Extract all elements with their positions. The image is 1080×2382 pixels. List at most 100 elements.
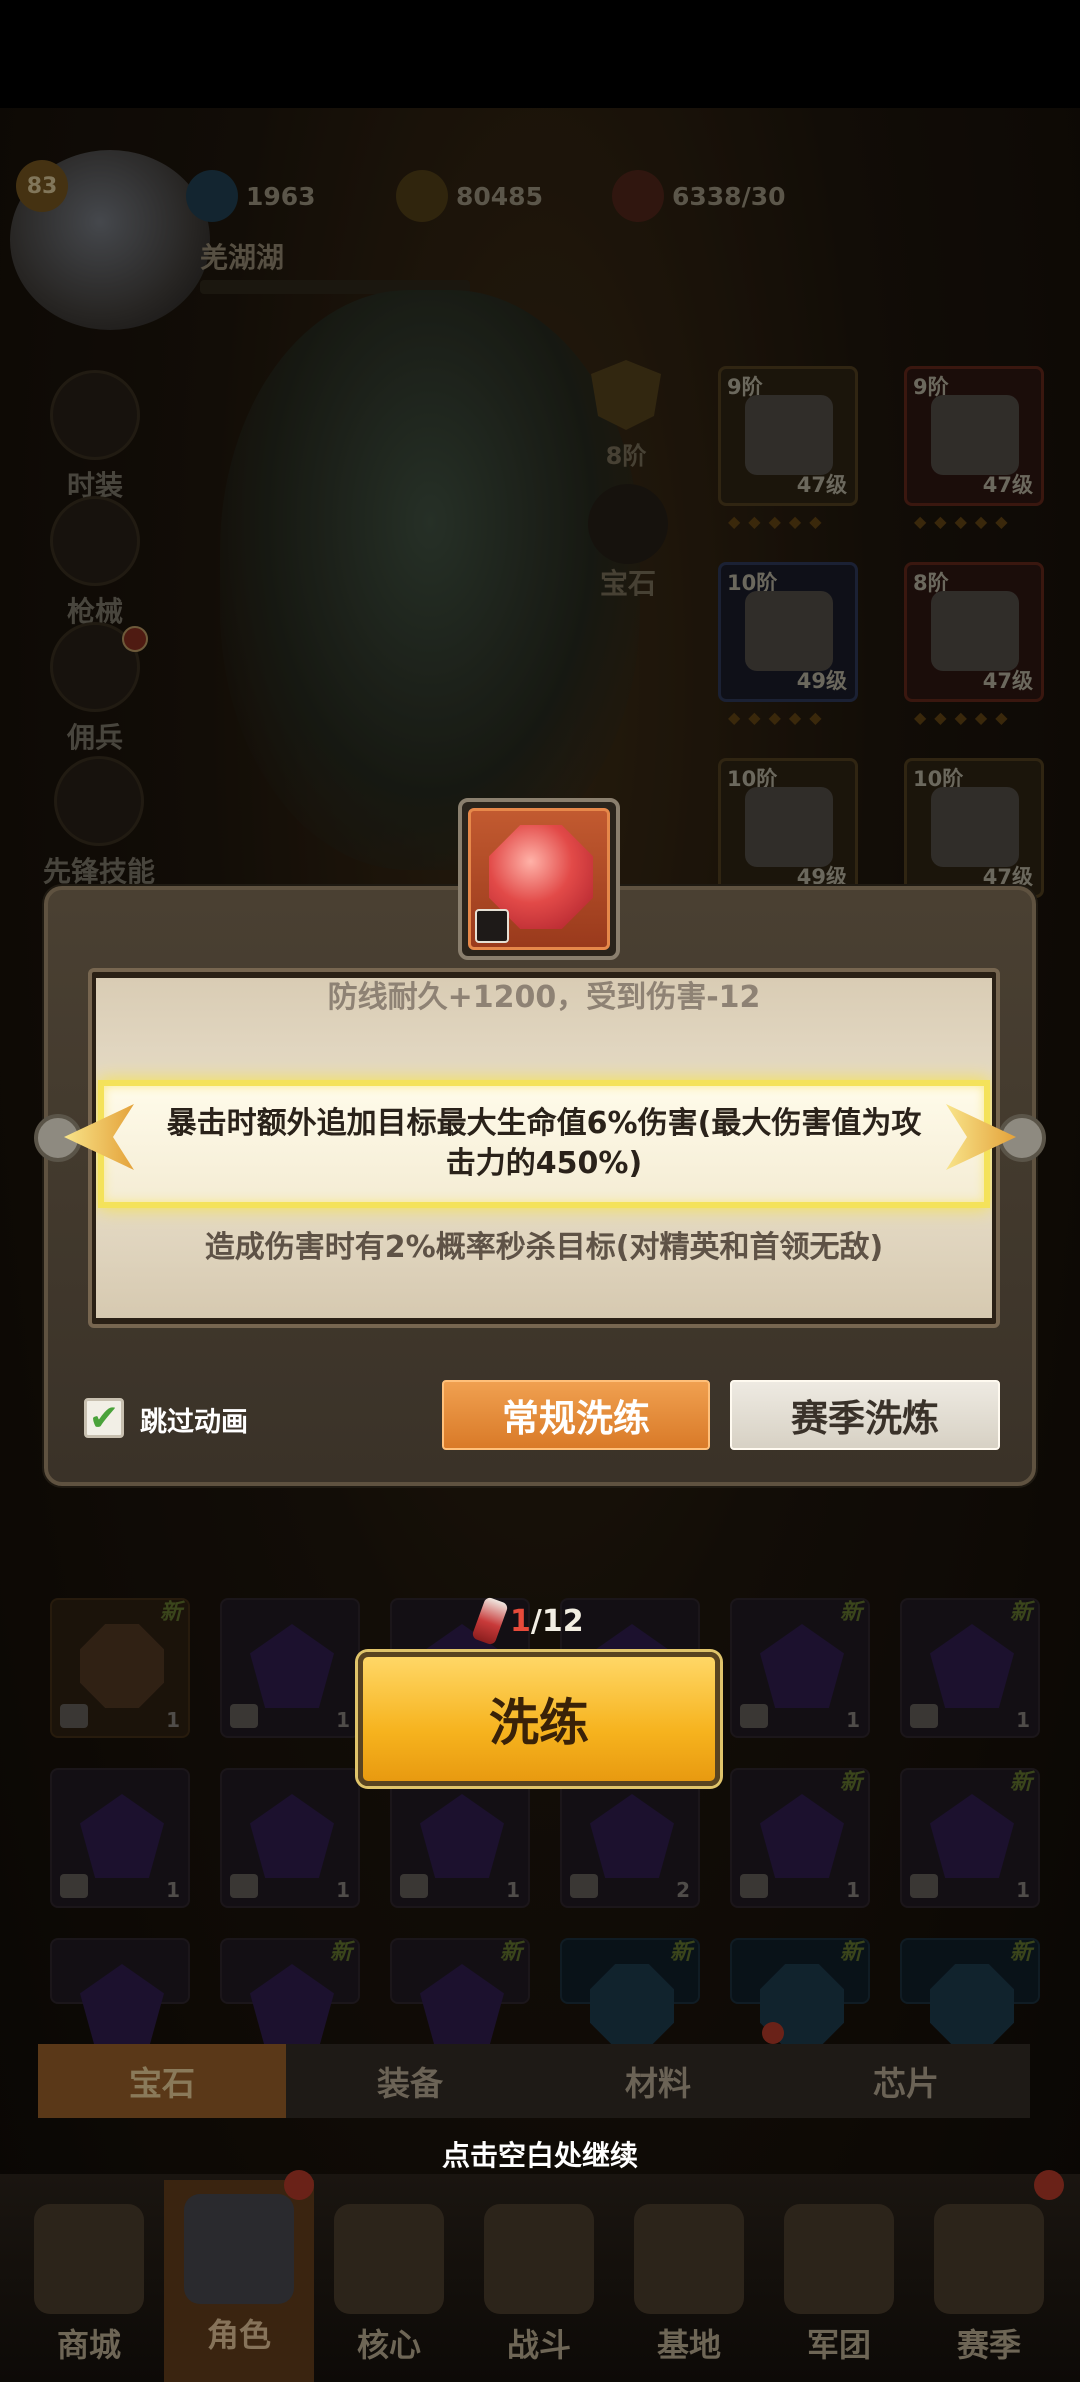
- inventory-gem-slot[interactable]: 1新: [50, 1598, 190, 1738]
- equipment-slot[interactable]: 8阶 47级: [904, 562, 1044, 702]
- rank-badge[interactable]: 8阶: [586, 360, 666, 470]
- equipment-slot[interactable]: 10阶 49级: [718, 758, 858, 898]
- coin-currency[interactable]: 80485: [396, 170, 543, 222]
- rank-shield-icon: [591, 360, 661, 430]
- equipment-type-icon: [230, 1704, 258, 1728]
- effect-previous: 防线耐久+1200，受到伤害-12: [327, 980, 761, 1015]
- player-level-badge: 83: [16, 160, 68, 212]
- gem-count: 1: [1016, 1878, 1030, 1902]
- effects-list[interactable]: 防线耐久+1200，受到伤害-12 暴击时额外追加目标最大生命值6%伤害(最大伤…: [96, 978, 992, 1318]
- season-refine-tab[interactable]: 赛季洗炼: [730, 1380, 1000, 1450]
- skip-animation-label[interactable]: 跳过动画: [140, 1400, 248, 1439]
- nav-character[interactable]: 角色: [164, 2180, 314, 2382]
- side-menu-weapons[interactable]: 枪械: [30, 496, 160, 630]
- diamond-icon: [186, 170, 238, 222]
- gem-list-icon[interactable]: [588, 484, 668, 564]
- side-menu-label: 佣兵: [66, 721, 123, 754]
- tab-gems[interactable]: 宝石: [38, 2044, 286, 2118]
- stamina-currency[interactable]: 6338/30: [612, 170, 786, 222]
- inventory-gem-slot[interactable]: 1新: [730, 1598, 870, 1738]
- outfit-icon: [50, 370, 140, 460]
- tab-equipment[interactable]: 装备: [286, 2044, 534, 2118]
- new-badge: 新: [159, 1600, 182, 1625]
- inventory-gem-slot[interactable]: 1: [220, 1598, 360, 1738]
- gem-currency[interactable]: 1963: [186, 170, 316, 222]
- inventory-gem-slot[interactable]: 新: [560, 1938, 700, 2048]
- gem-icon: [250, 1964, 334, 2048]
- gem-count: 1: [846, 1878, 860, 1902]
- nav-season[interactable]: 赛季: [914, 2190, 1064, 2380]
- shop-icon: [34, 2204, 144, 2314]
- nav-base[interactable]: 基地: [614, 2190, 764, 2380]
- equipment-level: 47级: [982, 473, 1033, 497]
- refine-button[interactable]: 洗练: [358, 1652, 720, 1786]
- inventory-gem-slot[interactable]: 1新: [900, 1598, 1040, 1738]
- gem-icon: [250, 1624, 334, 1708]
- tab-chips[interactable]: 芯片: [782, 2044, 1030, 2118]
- previous-effect-arrow[interactable]: [34, 1100, 134, 1174]
- new-badge: 新: [329, 1940, 352, 1965]
- gem-count: 1: [846, 1708, 860, 1732]
- tab-materials[interactable]: 材料: [534, 2044, 782, 2118]
- effect-next: 造成伤害时有2%概率秒杀目标(对精英和首领无敌): [204, 1230, 884, 1265]
- equipment-slot[interactable]: 9阶 47级: [904, 366, 1044, 506]
- side-menu-label: 先锋技能: [42, 855, 155, 888]
- inventory-gem-slot[interactable]: 1: [390, 1768, 530, 1908]
- equipment-slot[interactable]: 10阶 49级: [718, 562, 858, 702]
- equipment-type-icon: [740, 1874, 768, 1898]
- inventory-gem-slot[interactable]: 新: [730, 1938, 870, 2048]
- inventory-gem-slot[interactable]: 1: [220, 1768, 360, 1908]
- refine-cost: 1/12: [471, 1596, 584, 1646]
- nav-label: 基地: [656, 2326, 721, 2364]
- drumstick-icon: [612, 170, 664, 222]
- nav-shop[interactable]: 商城: [14, 2190, 164, 2380]
- skip-animation-checkbox[interactable]: ✔: [84, 1398, 124, 1439]
- status-bar-area: [0, 0, 1080, 108]
- equipment-slot[interactable]: 10阶 47级: [904, 758, 1044, 898]
- new-badge: 新: [839, 1940, 862, 1965]
- gem-icon: [80, 1964, 164, 2048]
- equipment-slot[interactable]: 9阶 47级: [718, 366, 858, 506]
- pants-slot-icon: [475, 909, 509, 943]
- notification-dot: [284, 2170, 314, 2200]
- gem-count: 1: [1016, 1708, 1030, 1732]
- nav-label: 商城: [56, 2326, 121, 2364]
- side-menu-fashion[interactable]: 时装: [30, 370, 160, 504]
- inventory-gem-slot[interactable]: 1新: [730, 1768, 870, 1908]
- inventory-gem-slot[interactable]: 2: [560, 1768, 700, 1908]
- inventory-gem-slot[interactable]: 新: [220, 1938, 360, 2048]
- notification-dot: [762, 2022, 784, 2044]
- inventory-gem-slot[interactable]: 1: [50, 1768, 190, 1908]
- player-name: 羌湖湖: [200, 241, 285, 274]
- gem-icon: [420, 1964, 504, 2048]
- gem-icon: [760, 1624, 844, 1708]
- nav-label: 军团: [806, 2326, 871, 2364]
- nav-battle[interactable]: 战斗: [464, 2190, 614, 2380]
- nav-legion[interactable]: 军团: [764, 2190, 914, 2380]
- inventory-gem-slot[interactable]: 新: [900, 1938, 1040, 2048]
- star-rating: ◆◆◆◆◆: [728, 708, 830, 727]
- normal-refine-tab[interactable]: 常规洗练: [442, 1380, 710, 1450]
- refine-cost-need: /12: [530, 1603, 584, 1639]
- inventory-gem-slot[interactable]: 1新: [900, 1768, 1040, 1908]
- new-badge: 新: [499, 1940, 522, 1965]
- star-rating: ◆◆◆◆◆: [728, 512, 830, 531]
- next-effect-arrow[interactable]: [946, 1100, 1046, 1174]
- nav-core[interactable]: 核心: [314, 2190, 464, 2380]
- inventory-gem-slot[interactable]: 新: [390, 1938, 530, 2048]
- equipment-type-icon: [60, 1704, 88, 1728]
- new-badge: 新: [839, 1600, 862, 1625]
- inventory-gem-slot[interactable]: [50, 1938, 190, 2048]
- helmet-icon: [745, 395, 833, 475]
- new-badge: 新: [669, 1940, 692, 1965]
- glove-icon: [931, 787, 1019, 867]
- boots-icon: [745, 787, 833, 867]
- legion-shield-icon: [784, 2204, 894, 2314]
- side-menu-vanguard-skill[interactable]: 先锋技能: [24, 756, 174, 890]
- new-badge: 新: [1009, 1940, 1032, 1965]
- gem-slot-label: 宝石: [599, 567, 656, 600]
- equipment-type-icon: [60, 1874, 88, 1898]
- selected-gem: [468, 808, 610, 950]
- equipment-level: 47级: [796, 473, 847, 497]
- equipment-type-icon: [230, 1874, 258, 1898]
